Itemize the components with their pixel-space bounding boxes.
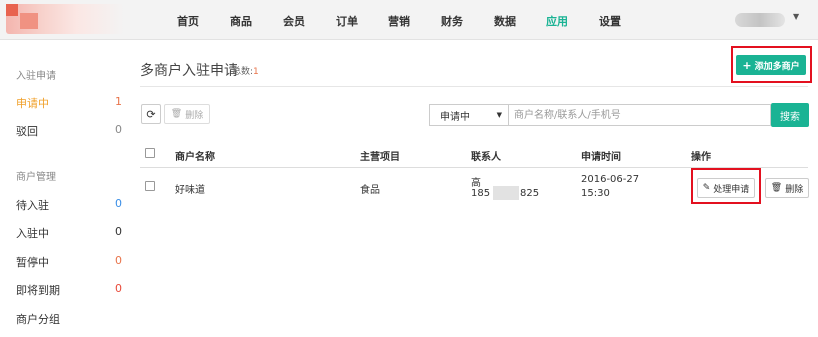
sidebar-item-paused[interactable]: 暂停中 0 [16,254,126,270]
page-title: 多商户入驻申请 [140,63,238,79]
sidebar-item-applying[interactable]: 申请中 1 [16,95,126,111]
bulk-delete-label: 删除 [185,110,204,121]
phone-redaction [493,186,519,200]
sidebar-item-label: 商户分组 [16,313,60,326]
sidebar-item-label: 待入驻 [16,199,49,212]
bulk-delete-button[interactable]: 🗑 删除 [164,104,210,124]
cell-contact-name: 高 [471,178,481,189]
select-all-checkbox[interactable] [145,148,155,158]
sidebar-item-expiring[interactable]: 即将到期 0 [16,282,126,298]
sidebar-item-label: 驳回 [16,125,38,138]
refresh-icon: ⟳ [146,107,156,121]
title-divider [140,86,808,87]
sidebar-item-label: 申请中 [16,97,49,110]
search-input[interactable] [508,104,771,126]
highlight-box-add [731,46,812,83]
refresh-button[interactable]: ⟳ [141,104,161,124]
sidebar-group-title-applications: 入驻申请 [16,71,56,82]
nav-item-products[interactable]: 商品 [230,13,252,29]
cell-merchant-name: 好味道 [175,185,205,196]
caret-down-icon[interactable]: ▼ [793,12,799,21]
sidebar-item-label: 暂停中 [16,256,49,269]
sidebar-item-label: 即将到期 [16,284,60,297]
delete-row-label: 删除 [785,184,804,195]
row-checkbox[interactable] [145,181,155,191]
sidebar-item-count: 1 [115,95,122,108]
sidebar-item-count: 0 [115,225,122,238]
sidebar-group-title-merchant-management: 商户管理 [16,172,56,183]
nav-item-data[interactable]: 数据 [494,13,516,29]
sidebar-item-count: 0 [115,123,122,136]
total-count-label: 总数: [232,67,254,77]
column-header-category: 主营项目 [360,152,400,163]
cell-contact-phone-start: 185 [471,188,491,199]
main-nav: 首页 商品 会员 订单 营销 财务 数据 应用 设置 [0,0,818,40]
nav-item-members[interactable]: 会员 [283,13,305,29]
total-count: 总数:1 [232,64,259,77]
sidebar-item-count: 0 [115,282,122,295]
column-header-name: 商户名称 [175,152,215,163]
sidebar-item-count: 0 [115,254,122,267]
cell-date: 2016-06-27 [581,174,640,185]
nav-item-orders[interactable]: 订单 [336,13,358,29]
trash-icon: 🗑 [170,109,183,119]
nav-item-home[interactable]: 首页 [177,13,199,29]
column-header-contact: 联系人 [471,152,501,163]
top-navbar: 首页 商品 会员 订单 营销 财务 数据 应用 设置 ▼ [0,0,818,40]
nav-item-finance[interactable]: 财务 [441,13,463,29]
delete-row-button[interactable]: 🗑 删除 [765,178,809,198]
sidebar-item-count: 0 [115,197,122,210]
column-header-date: 申请时间 [581,152,621,163]
sidebar-item-active[interactable]: 入驻中 0 [16,225,126,241]
cell-contact-phone-end: 825 [520,188,540,199]
cell-category: 食品 [360,185,380,196]
sidebar-item-label: 入驻中 [16,227,49,240]
sidebar: 入驻申请 申请中 1 驳回 0 商户管理 待入驻 0 入驻中 0 暂停中 0 即… [0,40,134,337]
trash-icon: 🗑 [770,183,783,193]
nav-item-marketing[interactable]: 营销 [388,13,410,29]
search-button[interactable]: 搜索 [771,103,809,127]
sidebar-item-rejected[interactable]: 驳回 0 [16,123,126,139]
nav-item-apps[interactable]: 应用 [546,13,568,29]
total-count-value: 1 [253,67,259,77]
nav-item-settings[interactable]: 设置 [599,13,621,29]
highlight-box-process [691,168,761,204]
user-menu[interactable] [735,13,785,27]
sidebar-item-pending[interactable]: 待入驻 0 [16,197,126,213]
caret-down-icon: ▼ [496,111,502,119]
cell-time: 15:30 [581,188,610,199]
column-header-actions: 操作 [691,152,711,163]
status-select-value: 申请中 [440,111,470,123]
sidebar-item-merchant-groups[interactable]: 商户分组 [16,311,126,327]
status-select[interactable]: 申请中 ▼ [429,104,509,126]
